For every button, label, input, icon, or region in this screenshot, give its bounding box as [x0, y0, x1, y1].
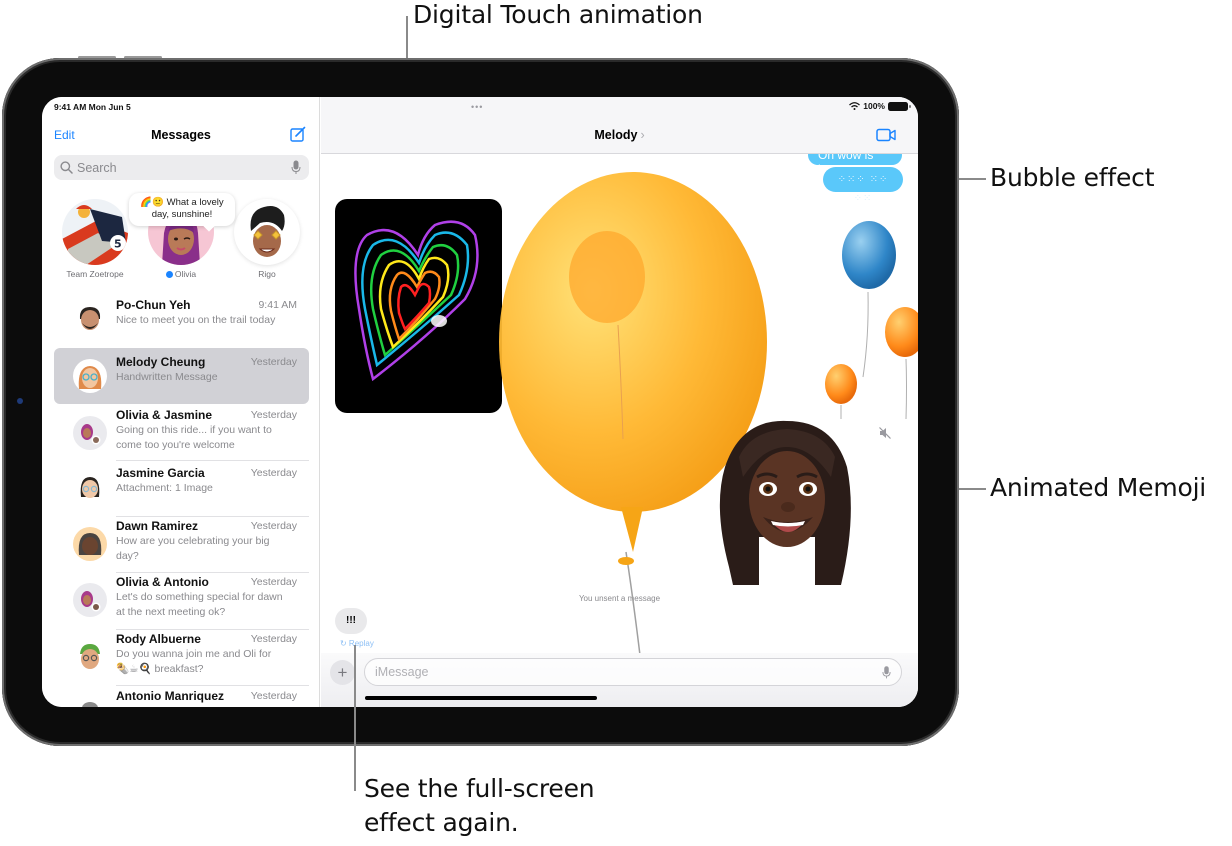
pinned-name: Olivia	[174, 269, 197, 279]
conversation-pane: ••• 100% Melody› Oh wow is it... ⁘⁙⁘ ⁙⁘ …	[321, 97, 918, 707]
pinned-rigo[interactable]: Rigo	[234, 199, 300, 279]
rigo-avatar-image	[250, 206, 285, 257]
search-icon	[60, 161, 73, 174]
messages-sidebar: 9:41 AM Mon Jun 5 Edit Messages Search 5…	[42, 97, 320, 707]
conversation-name: Jasmine Garcia	[116, 466, 205, 480]
svg-text:5: 5	[114, 238, 122, 251]
balloon-orange-background	[569, 231, 645, 323]
status-time-date: 9:41 AM Mon Jun 5	[54, 102, 131, 112]
preview-line: day, sunshine!	[151, 209, 213, 220]
conversation-name: Antonio Manriquez	[116, 689, 224, 703]
multitasking-dots[interactable]: •••	[471, 102, 483, 112]
balloon-orange-small-1	[885, 307, 918, 357]
callout-replay-line2: effect again.	[364, 808, 519, 837]
wifi-icon	[849, 102, 861, 110]
conversation-row[interactable]: Antonio Manriquez Yesterday	[54, 686, 309, 707]
conversation-time: Yesterday	[250, 467, 297, 479]
battery-percent: 100%	[863, 101, 885, 111]
battery-icon	[888, 101, 911, 111]
digital-touch-message[interactable]	[335, 199, 502, 413]
callout-animated-memoji: Animated Memoji	[990, 473, 1207, 502]
outgoing-message-invisible-ink[interactable]: ⁘⁙⁘ ⁙⁘ ⁘⁙	[823, 167, 903, 204]
conversation-row[interactable]: Olivia & Antonio Yesterday Let's do some…	[54, 573, 309, 630]
search-field[interactable]: Search	[54, 155, 309, 180]
unsent-message-notice: You unsent a message	[578, 594, 661, 603]
avatar	[73, 416, 107, 450]
callout-bubble-effect: Bubble effect	[990, 163, 1155, 192]
rainbow-heart-drawing	[354, 220, 479, 382]
conversation-name: Olivia & Jasmine	[116, 408, 213, 422]
avatar	[73, 359, 107, 393]
conversation-preview: Going on this ride... if you want to com…	[116, 424, 272, 451]
conversation-row[interactable]: Olivia & Jasmine Yesterday Going on this…	[54, 406, 309, 461]
conversation-row[interactable]: Rody Albuerne Yesterday Do you wanna joi…	[54, 630, 309, 686]
compose-icon[interactable]	[290, 126, 306, 142]
conversation-name: Olivia & Antonio	[116, 575, 209, 589]
conversation-time: Yesterday	[250, 576, 297, 588]
microphone-icon[interactable]	[291, 160, 301, 175]
balloon-blue	[842, 221, 896, 289]
contact-name-button[interactable]: Melody ›	[321, 128, 918, 142]
callout-line-replay	[354, 645, 356, 791]
facetime-video-icon[interactable]	[876, 128, 896, 142]
conversation-time: Yesterday	[250, 409, 297, 421]
conversation-name: Dawn Ramirez	[116, 519, 199, 533]
animated-memoji[interactable]	[711, 417, 861, 587]
pinned-name: Team Zoetrope	[66, 269, 124, 279]
conversation-time: Yesterday	[250, 356, 297, 368]
avatar: 5	[62, 199, 128, 265]
imessage-input[interactable]: iMessage	[364, 658, 902, 686]
team-zoetrope-avatar-image: 5	[62, 205, 128, 265]
conversation-row[interactable]: Po-Chun Yeh 9:41 AM Nice to meet you on …	[54, 293, 309, 343]
conversation-name: Melody Cheung	[116, 355, 206, 369]
pinned-message-preview: 🌈🙂 What a lovely day, sunshine!	[129, 193, 235, 226]
avatar	[73, 471, 107, 505]
search-placeholder: Search	[77, 161, 117, 175]
conversation-time: 9:41 AM	[258, 299, 297, 311]
avatar	[234, 199, 300, 265]
callout-replay-line1: See the full-screen	[364, 774, 595, 803]
unread-dot	[165, 271, 173, 278]
conversation-name: Po-Chun Yeh	[116, 298, 191, 312]
conversation-preview: Do you wanna join me and Oli for 🌯☕🍳 bre…	[116, 648, 272, 675]
muted-speaker-icon[interactable]	[879, 427, 891, 439]
status-indicators: 100%	[849, 101, 911, 111]
contact-name: Melody	[594, 128, 638, 142]
conversation-row-selected[interactable]: Melody Cheung Yesterday Handwritten Mess…	[54, 348, 309, 404]
imessage-placeholder: iMessage	[375, 665, 429, 679]
camera-icon	[17, 398, 23, 404]
ipad-screen: 9:41 AM Mon Jun 5 Edit Messages Search 5…	[42, 97, 918, 707]
pinned-name: Rigo	[258, 269, 276, 279]
chevron-right-icon: ›	[640, 128, 645, 142]
replay-button[interactable]: ↻ Replay	[340, 639, 374, 648]
conversation-preview: Let's do something special for dawn at t…	[116, 591, 283, 618]
conversation-time: Yesterday	[250, 520, 297, 532]
conversation-name: Rody Albuerne	[116, 632, 201, 646]
conversation-preview: How are you celebrating your big day?	[116, 535, 270, 562]
callout-digital-touch: Digital Touch animation	[413, 0, 703, 29]
avatar	[73, 640, 107, 674]
conversation-preview: Nice to meet you on the trail today	[116, 314, 276, 326]
apps-plus-button[interactable]: +	[330, 660, 355, 685]
balloon-orange-small-2	[825, 364, 857, 404]
incoming-message[interactable]: !!!	[335, 608, 367, 634]
pinned-team-zoetrope[interactable]: 5 Team Zoetrope	[62, 199, 128, 279]
avatar	[73, 583, 107, 617]
home-indicator[interactable]	[365, 696, 597, 700]
avatar	[73, 527, 107, 561]
avatar	[73, 696, 107, 707]
conversation-preview: Handwritten Message	[116, 371, 218, 383]
conversation-row[interactable]: Jasmine Garcia Yesterday Attachment: 1 I…	[54, 461, 309, 517]
preview-line: 🌈🙂 What a lovely	[140, 197, 224, 208]
conversation-header: ••• 100% Melody ›	[321, 97, 918, 154]
message-composer: + iMessage	[321, 653, 918, 707]
conversation-row[interactable]: Dawn Ramirez Yesterday How are you celeb…	[54, 517, 309, 573]
conversation-time: Yesterday	[250, 690, 297, 702]
conversation-time: Yesterday	[250, 633, 297, 645]
conversation-preview: Attachment: 1 Image	[116, 482, 213, 494]
sidebar-title: Messages	[151, 128, 211, 142]
avatar	[73, 301, 107, 335]
microphone-icon[interactable]	[882, 665, 891, 680]
